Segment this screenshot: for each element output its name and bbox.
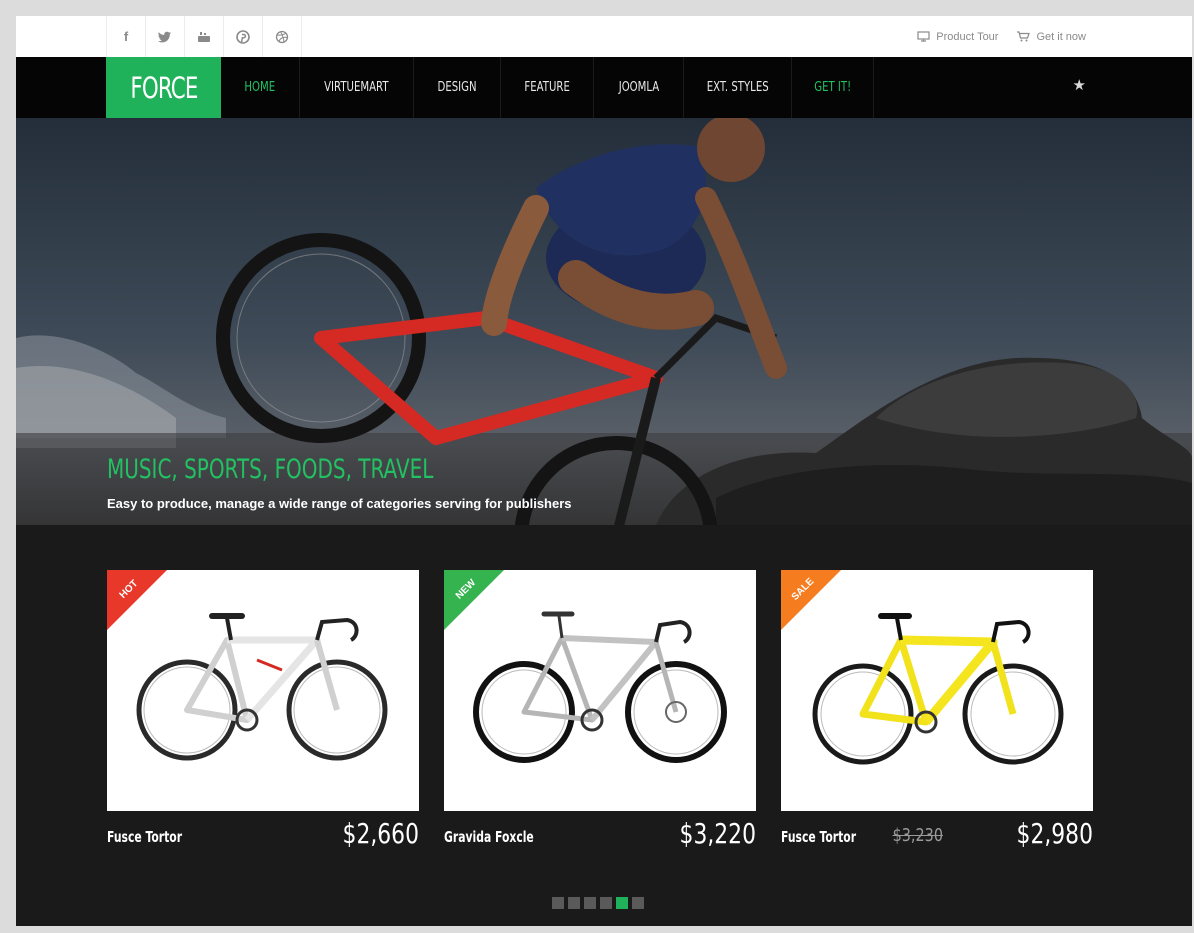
menu-item-home[interactable]: HOME: [221, 57, 300, 118]
product-info: Fusce Tortor $3,230 $2,980: [781, 811, 1093, 859]
pinterest-icon[interactable]: [223, 16, 262, 57]
logo[interactable]: FORCE: [106, 57, 221, 118]
product-image[interactable]: HOT: [107, 570, 419, 811]
pager-dot[interactable]: [600, 897, 612, 909]
get-it-now-link[interactable]: Get it now: [1016, 31, 1086, 43]
product-info: Fusce Tortor $2,660: [107, 811, 419, 859]
products-section: HOT Fusce Tortor $2,660 NEW Gravida Foxc…: [16, 525, 1192, 926]
product-price: $2,980: [1016, 817, 1093, 850]
social-links: f: [106, 16, 302, 57]
product-price: $2,660: [342, 817, 419, 850]
twitter-icon[interactable]: [145, 16, 184, 57]
monitor-icon: [917, 31, 930, 42]
menu-item-design[interactable]: DESIGN: [414, 57, 501, 118]
pager-dot[interactable]: [552, 897, 564, 909]
menu: HOME VIRTUEMART DESIGN FEATURE JOOMLA EX…: [221, 57, 874, 118]
hero-subtitle: Easy to produce, manage a wide range of …: [107, 496, 572, 511]
pager-dot[interactable]: [584, 897, 596, 909]
youtube-icon[interactable]: [184, 16, 223, 57]
product-old-price: $3,230: [892, 825, 943, 846]
hot-badge: HOT: [107, 570, 167, 630]
top-bar: f Product Tour Get it now: [16, 16, 1192, 58]
menu-item-ext-styles[interactable]: EXT. STYLES: [684, 57, 792, 118]
star-icon[interactable]: ★: [1073, 76, 1086, 94]
logo-text: FORCE: [129, 70, 198, 105]
product-name[interactable]: Fusce Tortor: [107, 828, 182, 846]
pager-dot[interactable]: [568, 897, 580, 909]
product-card[interactable]: HOT Fusce Tortor $2,660: [107, 570, 419, 859]
page-frame: f Product Tour Get it now FORCE HOME VIR…: [16, 16, 1192, 926]
pager-dot-active[interactable]: [616, 897, 628, 909]
cart-icon: [1017, 31, 1031, 42]
menu-item-joomla[interactable]: JOOMLA: [594, 57, 684, 118]
new-badge: NEW: [444, 570, 504, 630]
product-name[interactable]: Gravida Foxcle: [444, 828, 534, 846]
main-nav: FORCE HOME VIRTUEMART DESIGN FEATURE JOO…: [16, 57, 1192, 118]
product-card[interactable]: NEW Gravida Foxcle $3,220: [444, 570, 756, 859]
pager-dot[interactable]: [632, 897, 644, 909]
menu-item-get-it[interactable]: GET IT!: [792, 57, 874, 118]
menu-item-virtuemart[interactable]: VIRTUEMART: [300, 57, 414, 118]
menu-item-feature[interactable]: FEATURE: [501, 57, 594, 118]
get-it-now-label: Get it now: [1036, 30, 1086, 43]
product-info: Gravida Foxcle $3,220: [444, 811, 756, 859]
product-image[interactable]: SALE: [781, 570, 1093, 811]
top-links: Product Tour Get it now: [917, 16, 1086, 57]
product-card[interactable]: SALE Fusce Tortor $3,230 $2,980: [781, 570, 1093, 859]
hero-banner: MUSIC, SPORTS, FOODS, TRAVEL Easy to pro…: [16, 118, 1192, 525]
carousel-pager: [552, 897, 644, 909]
product-image[interactable]: NEW: [444, 570, 756, 811]
sale-badge: SALE: [781, 570, 841, 630]
product-name[interactable]: Fusce Tortor: [781, 828, 856, 846]
product-price: $3,220: [679, 817, 756, 850]
hero-title: MUSIC, SPORTS, FOODS, TRAVEL: [107, 454, 434, 485]
product-tour-link[interactable]: Product Tour: [917, 31, 998, 43]
facebook-icon[interactable]: f: [106, 16, 145, 57]
dribbble-icon[interactable]: [262, 16, 302, 57]
product-tour-label: Product Tour: [936, 30, 999, 43]
